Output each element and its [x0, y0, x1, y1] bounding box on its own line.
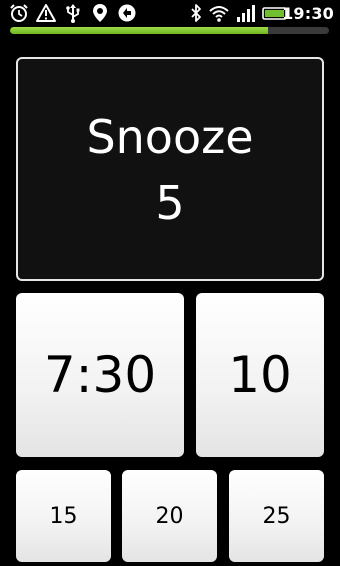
snooze-label: Snooze	[86, 110, 254, 164]
usb-icon	[62, 3, 84, 23]
snooze-display[interactable]: Snooze 5	[16, 57, 324, 281]
location-pin-icon	[89, 3, 111, 23]
bluetooth-icon	[185, 3, 207, 23]
signal-strength-icon	[235, 3, 257, 23]
minutes-20-button[interactable]: 20	[122, 470, 217, 562]
sync-icon	[116, 3, 138, 23]
minutes-10-button[interactable]: 10	[196, 293, 324, 457]
minutes-15-button[interactable]: 15	[16, 470, 111, 562]
time-option-button[interactable]: 7:30	[16, 293, 184, 457]
warning-icon	[35, 3, 57, 23]
progress-fill	[10, 27, 269, 34]
minutes-25-button[interactable]: 25	[229, 470, 324, 562]
status-bar: 19:30	[0, 0, 340, 26]
snooze-value: 5	[155, 176, 185, 230]
progress-bar	[10, 27, 329, 34]
alarm-clock-icon	[8, 3, 30, 23]
clock: 19:30	[282, 4, 334, 23]
wifi-icon	[208, 3, 230, 23]
